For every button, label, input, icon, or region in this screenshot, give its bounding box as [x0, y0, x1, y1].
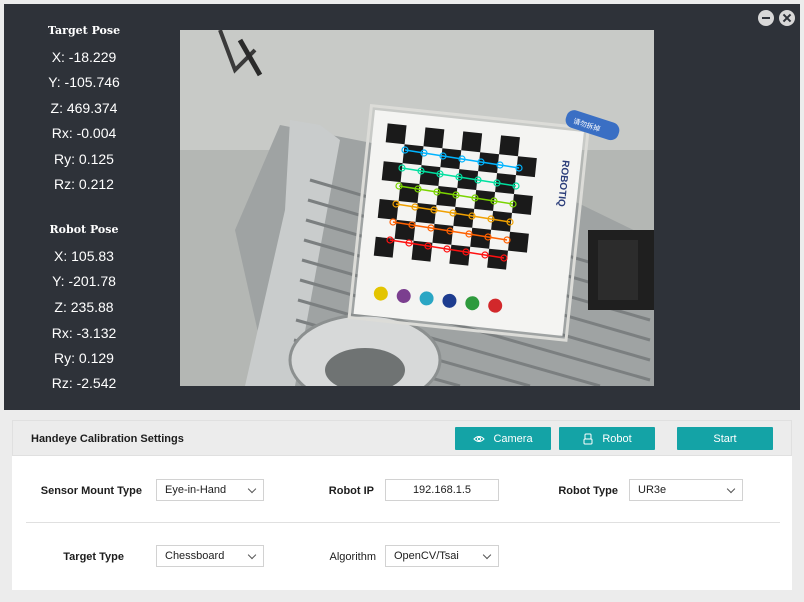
camera-button[interactable]: Camera [455, 427, 551, 450]
start-button-label: Start [713, 432, 737, 445]
chessboard-square [381, 161, 403, 183]
target-pose-title: Target Pose [47, 24, 121, 37]
chessboard-square [377, 198, 399, 220]
handeye-settings-panel: Handeye Calibration Settings Camera Robo… [12, 420, 792, 590]
robot-pose-z: Z: 235.88 [54, 299, 114, 315]
robot-type-value: UR3e [638, 484, 667, 496]
sensor-mount-type-label: Sensor Mount Type [40, 485, 142, 497]
robot-pose-rz: Rz: -2.542 [51, 375, 117, 391]
chessboard-square [499, 135, 520, 157]
form-divider [26, 522, 780, 523]
settings-header: Handeye Calibration Settings Camera Robo… [12, 420, 792, 456]
chessboard-square [511, 193, 533, 215]
target-pose-rz: Rz: 0.212 [54, 176, 114, 192]
chessboard-square [423, 127, 445, 149]
robot-pose-x: X: 105.83 [54, 248, 114, 264]
target-type-value: Chessboard [165, 550, 225, 562]
chessboard-square [470, 227, 492, 249]
robot-pose-ry: Ry: 0.129 [54, 350, 114, 366]
sensor-mount-type-value: Eye-in-Hand [165, 484, 227, 496]
chessboard-square [436, 186, 458, 207]
chessboard-square [385, 123, 407, 145]
robot-ip-input[interactable]: 192.168.1.5 [385, 479, 499, 501]
algorithm-value: OpenCV/Tsai [394, 550, 459, 562]
robot-button-label: Robot [602, 432, 632, 445]
robot-pose-title: Robot Pose [49, 223, 119, 236]
robot-icon [582, 433, 594, 445]
close-button[interactable] [779, 10, 795, 26]
camera-scene: ROBOTIQ 请勿拆掉 [180, 30, 654, 386]
chevron-down-icon [247, 550, 257, 560]
target-pose-z: Z: 469.374 [50, 100, 118, 116]
chevron-down-icon [247, 484, 257, 494]
robot-ip-label: Robot IP [328, 485, 374, 497]
start-button[interactable]: Start [677, 427, 773, 450]
algorithm-label: Algorithm [329, 551, 376, 563]
chessboard-square [508, 231, 529, 253]
robot-type-label: Robot Type [558, 485, 618, 497]
robot-pose-y: Y: -201.78 [52, 273, 116, 289]
robot-pose-rx: Rx: -3.132 [51, 325, 117, 341]
target-pose-ry: Ry: 0.125 [54, 151, 114, 167]
target-pose-x: X: -18.229 [51, 49, 117, 65]
minimize-button[interactable] [758, 10, 774, 26]
chessboard-square [515, 156, 537, 178]
target-type-label: Target Type [63, 551, 124, 563]
settings-title: Handeye Calibration Settings [31, 433, 184, 445]
target-pose-rx: Rx: -0.004 [51, 125, 117, 141]
algorithm-select[interactable]: OpenCV/Tsai [385, 545, 499, 567]
chessboard-square [461, 131, 483, 153]
target-pose-y: Y: -105.746 [48, 74, 120, 90]
camera-feed[interactable]: ROBOTIQ 请勿拆掉 [180, 30, 654, 386]
robot-button[interactable]: Robot [559, 427, 655, 450]
chevron-down-icon [482, 550, 492, 560]
chevron-down-icon [726, 484, 736, 494]
eye-icon [473, 433, 486, 445]
chessboard-square [453, 206, 475, 228]
robot-type-select[interactable]: UR3e [629, 479, 743, 501]
target-type-select[interactable]: Chessboard [156, 545, 264, 567]
minimize-icon [762, 17, 770, 19]
chessboard-square [487, 248, 509, 270]
pose-and-camera-panel: Target Pose X: -18.229 Y: -105.746 Z: 46… [4, 4, 800, 410]
sensor-mount-type-select[interactable]: Eye-in-Hand [156, 479, 264, 501]
handeye-calibration-app: Target Pose X: -18.229 Y: -105.746 Z: 46… [0, 0, 804, 602]
camera-button-label: Camera [493, 432, 533, 445]
